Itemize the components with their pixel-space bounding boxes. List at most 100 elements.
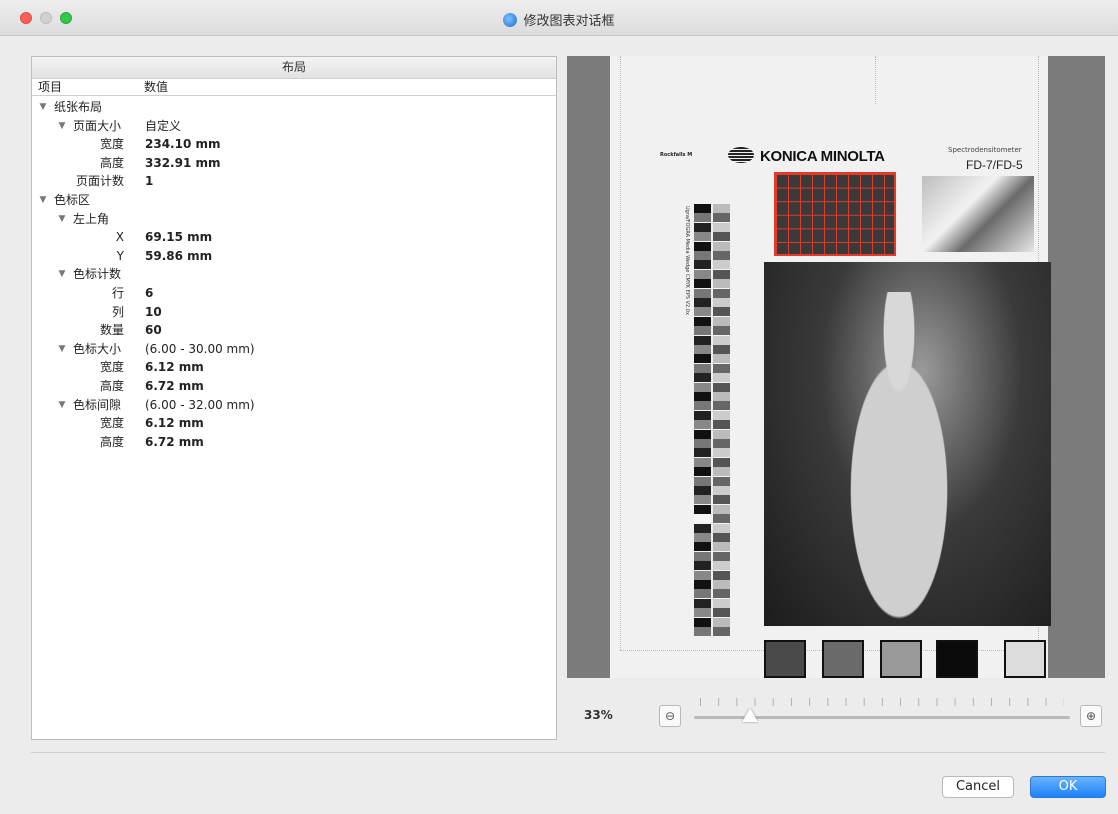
strip-cell — [713, 429, 730, 439]
tree-row[interactable]: 高度 6.72 mm — [32, 433, 556, 452]
tree-row-label: 色标间隙 — [73, 397, 122, 412]
strip-cell — [694, 204, 711, 213]
tree-row[interactable]: ▼ 色标计数 — [32, 265, 556, 284]
cancel-button[interactable]: Cancel — [942, 776, 1014, 798]
strip-cell — [713, 551, 730, 561]
preview-brand-small: Rockfalls M — [660, 152, 693, 158]
zoom-out-button[interactable]: ⊖ — [659, 705, 681, 727]
tree-row[interactable]: 高度 332.91 mm — [32, 154, 556, 173]
zoom-in-button[interactable]: ⊕ — [1080, 705, 1102, 727]
strip-cell — [713, 476, 730, 486]
strip-cell — [694, 570, 711, 580]
tree-row-value: 332.91 mm — [145, 155, 221, 170]
column-header-item[interactable]: 项目 — [38, 79, 62, 95]
tree-row[interactable]: 数量 60 — [32, 321, 556, 340]
tree-row-label: 行 — [111, 285, 124, 300]
tree-row[interactable]: 宽度 234.10 mm — [32, 135, 556, 154]
strip-cell — [694, 561, 711, 571]
strip-cell — [713, 580, 730, 589]
strip-cell — [694, 589, 711, 599]
strip-cell — [713, 316, 730, 326]
preview-brand: KONICA MINOLTA — [760, 148, 885, 165]
color-patch-grid[interactable] — [774, 172, 896, 256]
strip-cell — [713, 204, 730, 213]
strip-cell — [694, 392, 711, 401]
color-patch — [880, 640, 922, 678]
strip-cell — [713, 335, 730, 345]
color-patch — [936, 640, 978, 678]
layout-tree: ▼ 纸张布局 ▼ 页面大小 自定义 宽度 234.10 mm 高度 332.91 mm 页面计数 1… — [32, 96, 556, 451]
strip-cell — [694, 467, 711, 477]
strip-cell — [694, 617, 711, 627]
strip-cell — [694, 551, 711, 561]
strip-cell — [694, 457, 711, 467]
strip-cell — [713, 542, 730, 552]
strip-cell — [694, 222, 711, 232]
tree-row-label: 数量 — [99, 323, 124, 338]
disclosure-triangle-icon[interactable]: ▼ — [38, 98, 48, 117]
tree-row[interactable]: ▼ 左上角 — [32, 210, 556, 229]
app-icon — [503, 13, 518, 27]
disclosure-triangle-icon[interactable]: ▼ — [57, 117, 67, 136]
tree-row-value: 60 — [145, 323, 162, 338]
column-header-value[interactable]: 数值 — [144, 79, 168, 95]
strip-cell — [694, 514, 711, 524]
strip-cell — [694, 439, 711, 448]
disclosure-triangle-icon[interactable]: ▼ — [57, 265, 67, 284]
panel-title: 布局 — [32, 57, 556, 79]
window-title: 修改图表对话框 — [0, 10, 1118, 29]
tree-row-value: 10 — [145, 304, 162, 319]
tree-row[interactable]: 宽度 6.12 mm — [32, 414, 556, 433]
strip-cell — [713, 410, 730, 420]
color-control-strip — [694, 204, 732, 638]
tree-row-value: 6.12 mm — [145, 360, 204, 375]
dialog-window: 修改图表对话框 布局 项目 数值 ▼ 纸张布局 ▼ 页面大小 自定义 宽度 234.10 m… — [0, 0, 1118, 814]
tree-row-value: 59.86 mm — [145, 248, 213, 263]
tree-row-value: (6.00 - 32.00 mm) — [145, 397, 255, 412]
tree-row-label: X — [115, 230, 124, 245]
tree-row[interactable]: ▼ 色标间隙 (6.00 - 32.00 mm) — [32, 396, 556, 415]
strip-cell — [713, 260, 730, 270]
tree-row-label: 纸张布局 — [54, 100, 103, 114]
strip-cell — [694, 373, 711, 383]
strip-cell — [694, 307, 711, 317]
tree-row-label: 左上角 — [73, 211, 110, 226]
strip-cell — [694, 241, 711, 251]
layout-panel: 布局 项目 数值 ▼ 纸张布局 ▼ 页面大小 自定义 宽度 234.10 mm 高度 332.9… — [31, 56, 557, 740]
zoom-slider-thumb[interactable] — [742, 708, 759, 722]
strip-cell — [694, 326, 711, 336]
strip-cell — [694, 279, 711, 289]
strip-cell — [694, 410, 711, 420]
strip-cell — [713, 401, 730, 411]
strip-cell — [713, 232, 730, 242]
tree-row[interactable]: 列 10 — [32, 303, 556, 322]
tree-row[interactable]: X 69.15 mm — [32, 228, 556, 247]
color-patch — [1004, 640, 1046, 678]
strip-cell — [713, 504, 730, 514]
ok-button[interactable]: OK — [1030, 776, 1106, 798]
strip-cell — [694, 420, 711, 430]
strip-cell — [694, 523, 711, 533]
strip-cell — [713, 448, 730, 458]
strip-cell — [694, 316, 711, 326]
disclosure-triangle-icon[interactable]: ▼ — [57, 210, 67, 229]
tree-row[interactable]: ▼ 色标区 — [32, 191, 556, 210]
disclosure-triangle-icon[interactable]: ▼ — [57, 340, 67, 359]
tree-row[interactable]: 行6 — [32, 284, 556, 303]
tree-row[interactable]: 页面计数 1 — [32, 172, 556, 191]
tree-row[interactable]: ▼ 页面大小 自定义 — [32, 117, 556, 136]
strip-cell — [713, 269, 730, 279]
tree-row[interactable]: 高度 6.72 mm — [32, 377, 556, 396]
disclosure-triangle-icon[interactable]: ▼ — [38, 191, 48, 210]
strip-cell — [713, 467, 730, 477]
tree-row-label: 色标计数 — [73, 267, 122, 282]
strip-cell — [694, 288, 711, 298]
tree-row[interactable]: 宽度 6.12 mm — [32, 358, 556, 377]
window-title-text: 修改图表对话框 — [523, 14, 615, 29]
tree-row[interactable]: ▼ 纸张布局 — [32, 98, 556, 117]
tree-row[interactable]: Y 59.86 mm — [32, 247, 556, 266]
tree-row[interactable]: ▼ 色标大小 (6.00 - 30.00 mm) — [32, 340, 556, 359]
disclosure-triangle-icon[interactable]: ▼ — [57, 396, 67, 415]
preview-page: Rockfalls M KONICA MINOLTA Spectrodensit… — [610, 56, 1051, 678]
page-preview[interactable]: Rockfalls M KONICA MINOLTA Spectrodensit… — [567, 56, 1105, 678]
